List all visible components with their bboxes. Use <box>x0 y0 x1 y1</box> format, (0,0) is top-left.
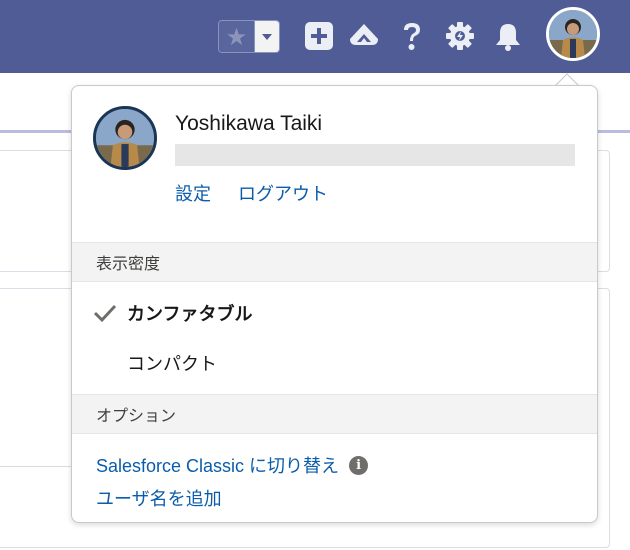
redacted-username <box>175 144 575 166</box>
user-avatar-button[interactable] <box>546 7 600 61</box>
profile-avatar[interactable] <box>93 106 157 170</box>
help-button[interactable] <box>394 18 430 54</box>
add-username-link[interactable]: ユーザ名を追加 <box>96 485 222 511</box>
density-option-comfy[interactable]: カンファタブル <box>72 290 597 336</box>
user-name[interactable]: Yoshikawa Taiki <box>175 112 322 136</box>
trailhead-icon <box>350 24 378 45</box>
density-option-compact[interactable]: コンパクト <box>72 340 597 386</box>
background-divider <box>0 466 80 467</box>
user-avatar <box>549 10 597 58</box>
help-icon <box>404 23 420 50</box>
setup-gear-icon <box>446 22 474 50</box>
user-menu-popover: Yoshikawa Taiki 設定 ログアウト 表示密度 カンファタブル コン… <box>71 85 598 523</box>
global-actions-button[interactable] <box>301 18 337 54</box>
density-option-label: コンパクト <box>127 354 217 375</box>
logout-link[interactable]: ログアウト <box>238 180 328 206</box>
add-icon <box>305 22 333 50</box>
favorites-dropdown-button[interactable] <box>255 21 279 52</box>
density-header-label: 表示密度 <box>96 254 161 273</box>
checkmark-icon <box>93 304 117 323</box>
global-header: ★ <box>0 0 630 73</box>
favorites-star-icon[interactable]: ★ <box>219 21 255 52</box>
settings-link[interactable]: 設定 <box>175 180 211 206</box>
dropdown-caret-icon <box>262 33 272 40</box>
density-option-label: カンファタブル <box>127 304 253 325</box>
switch-to-classic-link[interactable]: Salesforce Classic に切り替え i <box>96 452 369 478</box>
add-username-label: ユーザ名を追加 <box>96 489 222 509</box>
density-section-header: 表示密度 <box>72 242 597 282</box>
favorites-group[interactable]: ★ <box>218 20 280 53</box>
options-header-label: オプション <box>96 406 177 425</box>
switch-to-classic-label: Salesforce Classic に切り替え <box>96 456 340 476</box>
trailhead-button[interactable] <box>346 18 382 54</box>
options-section-header: オプション <box>72 394 597 434</box>
setup-button[interactable] <box>442 18 478 54</box>
notifications-button[interactable] <box>490 18 526 54</box>
notification-bell-icon <box>496 24 520 51</box>
info-icon[interactable]: i <box>349 455 369 475</box>
user-avatar <box>96 109 154 167</box>
